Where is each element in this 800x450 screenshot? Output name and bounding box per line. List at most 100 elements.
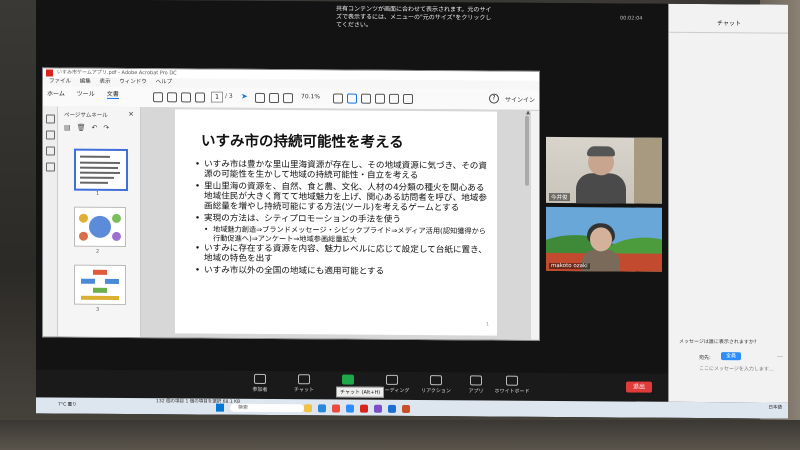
thumbnail-number: 3: [96, 306, 100, 313]
powerpoint-icon[interactable]: [402, 404, 410, 413]
bullet-item: いすみに存在する資源を内容、魅力レベルに応じて設定して台紙に置き、地域の特色を出…: [195, 244, 487, 266]
participants-button[interactable]: 参加者: [240, 373, 280, 393]
close-icon[interactable]: ×: [128, 110, 134, 118]
menu-edit[interactable]: 編集: [80, 79, 91, 85]
apps-button[interactable]: アプリ: [456, 375, 496, 394]
whiteboard-button[interactable]: ホワイトボード: [492, 375, 532, 395]
zoom-app-icon[interactable]: [346, 404, 354, 413]
end-meeting-button[interactable]: 退出: [626, 381, 652, 393]
word-icon[interactable]: [388, 404, 396, 413]
thumbnail-page-2[interactable]: [74, 206, 126, 248]
bookmark-icon[interactable]: [46, 130, 55, 140]
zoom-share-area: 共有コンテンツが画面に合わせて表示されます。元のサイズで表示するには、メニューの…: [36, 0, 668, 374]
smile-icon: [430, 375, 442, 386]
chat-to-label: 宛先:: [699, 355, 711, 362]
ime-indicator[interactable]: 日本語: [769, 405, 783, 410]
weather-widget[interactable]: 7°C 曇り: [58, 402, 77, 408]
zoom-level[interactable]: 70.1%: [301, 93, 320, 100]
attachment-icon[interactable]: [46, 146, 55, 156]
reactions-button[interactable]: リアクション: [416, 375, 456, 394]
sub-bullet-item: 地域魅力創造⇒ブランドメッセージ・シビックプライド⇒メディア活用(認知獲得から行…: [195, 225, 487, 244]
tab-tools[interactable]: ツール: [77, 91, 95, 98]
chat-panel: チャット メッセージは誰に表示されますか? 宛先: 全員 ⋯: [668, 3, 788, 403]
participants-icon: [254, 373, 266, 384]
edge-icon[interactable]: [318, 404, 326, 413]
tab-home[interactable]: ホーム: [47, 90, 65, 97]
participant-name: 今井俊: [549, 192, 570, 202]
bullet-item: 実現の方法は、シティプロモーションの手法を使う: [195, 213, 487, 225]
signin-button[interactable]: サインイン: [505, 95, 535, 104]
chat-tooltip: チャット (Alt+H): [336, 386, 385, 398]
menu-view[interactable]: 表示: [100, 79, 111, 85]
record-icon: [386, 374, 398, 385]
thumbnail-panel: ページサムネール × ▤🗑↶↷ 1 2 3: [58, 106, 151, 338]
acrobat-logo-icon: [46, 69, 53, 77]
star-icon[interactable]: [153, 92, 163, 103]
chrome-icon[interactable]: [332, 404, 340, 413]
document-view: いすみ市の持続可能性を考える いすみ市は豊かな里山里海資源が存在し、その地域資源…: [141, 107, 531, 340]
print-icon[interactable]: [181, 92, 191, 103]
windows-start-icon[interactable]: [216, 403, 224, 412]
bullet-item: 里山里海の資源を、自然、食と農、文化、人材の4分類の種火を関心ある地域住民が大き…: [195, 181, 487, 214]
highlight-icon[interactable]: [389, 93, 399, 104]
search-icon[interactable]: [195, 92, 205, 103]
chat-visibility-hint[interactable]: メッセージは誰に表示されますか?: [679, 338, 757, 346]
chat-divider: [669, 31, 788, 34]
meeting-timer: 00:02:04: [620, 15, 643, 22]
upload-icon[interactable]: [167, 92, 177, 103]
share-notice: 共有コンテンツが画面に合わせて表示されます。元のサイズで表示するには、メニューの…: [336, 5, 492, 29]
share-screen-icon: [342, 374, 354, 385]
document-scrollbar[interactable]: [525, 115, 529, 186]
layers-icon[interactable]: [46, 162, 55, 172]
thumbnail-tools[interactable]: ▤🗑↶↷: [64, 124, 115, 132]
help-icon[interactable]: ?: [489, 93, 499, 104]
select-cursor-icon[interactable]: ➤: [241, 92, 249, 101]
thumbnail-page-3[interactable]: [74, 264, 126, 306]
file-explorer-icon[interactable]: [304, 404, 312, 413]
participant-video-2[interactable]: makoto ozaki: [546, 206, 662, 272]
pages-icon[interactable]: [46, 114, 55, 124]
acrobat-window: いすみ市ゲームアプリ.pdf - Adobe Acrobat Pro DC ファ…: [42, 67, 540, 341]
chat-button[interactable]: チャット: [284, 374, 324, 393]
zoom-out-icon[interactable]: [269, 93, 279, 104]
slide-page-mark: 1: [485, 321, 489, 328]
more-icon[interactable]: ⋯: [777, 354, 783, 361]
system-clock: 日本語: [769, 405, 783, 410]
scroll-mode-icon[interactable]: [347, 93, 357, 104]
acrobat-app-icon[interactable]: [360, 404, 368, 413]
thumbnail-number: 1: [96, 190, 100, 197]
thumbnail-page-1[interactable]: [74, 148, 128, 192]
acrobat-left-rail: [43, 106, 58, 337]
menu-file[interactable]: ファイル: [49, 78, 71, 84]
share-doc-icon[interactable]: [361, 93, 371, 104]
slide-page: いすみ市の持続可能性を考える いすみ市は豊かな里山里海資源が存在し、その地域資源…: [175, 109, 497, 336]
chat-message-input[interactable]: [699, 364, 783, 375]
onenote-icon[interactable]: [374, 404, 382, 413]
thumbnail-number: 2: [96, 248, 100, 255]
hand-icon[interactable]: [255, 92, 265, 103]
menu-help[interactable]: ヘルプ: [156, 79, 173, 85]
bullet-item: いすみ市以外の全国の地域にも適用可能とする: [195, 266, 487, 278]
page-total: / 3: [225, 92, 233, 100]
participant-name: makoto ozaki: [549, 262, 590, 270]
monitor-screen: 共有コンテンツが画面に合わせて表示されます。元のサイズで表示するには、メニューの…: [36, 0, 788, 419]
participant-video-1[interactable]: 今井俊: [546, 136, 662, 204]
chat-icon: [298, 374, 310, 385]
fit-page-icon[interactable]: [333, 93, 343, 104]
zoom-in-icon[interactable]: [283, 93, 293, 104]
pen-icon[interactable]: [403, 93, 413, 105]
chat-title: チャット: [717, 20, 741, 28]
comment-icon[interactable]: [375, 93, 385, 104]
thumbnail-panel-title: ページサムネール: [64, 112, 108, 119]
tab-document[interactable]: 文書: [106, 90, 119, 99]
apps-icon: [470, 375, 482, 386]
taskbar-search[interactable]: 検索: [230, 403, 304, 413]
whiteboard-icon: [506, 375, 518, 386]
chat-recipient-select[interactable]: 全員: [721, 352, 741, 361]
desk-surface: [0, 420, 800, 450]
acrobat-title: いすみ市ゲームアプリ.pdf - Adobe Acrobat Pro DC: [57, 69, 177, 77]
menu-window[interactable]: ウィンドウ: [119, 79, 147, 85]
page-number-input[interactable]: 1: [211, 91, 223, 103]
explorer-status: 132 個の項目 1 個の項目を選択 68.1 KB: [156, 399, 241, 405]
bullet-item: いすみ市は豊かな里山里海資源が存在し、その地域資源に気づき、その資源の可能性を生…: [195, 159, 487, 181]
